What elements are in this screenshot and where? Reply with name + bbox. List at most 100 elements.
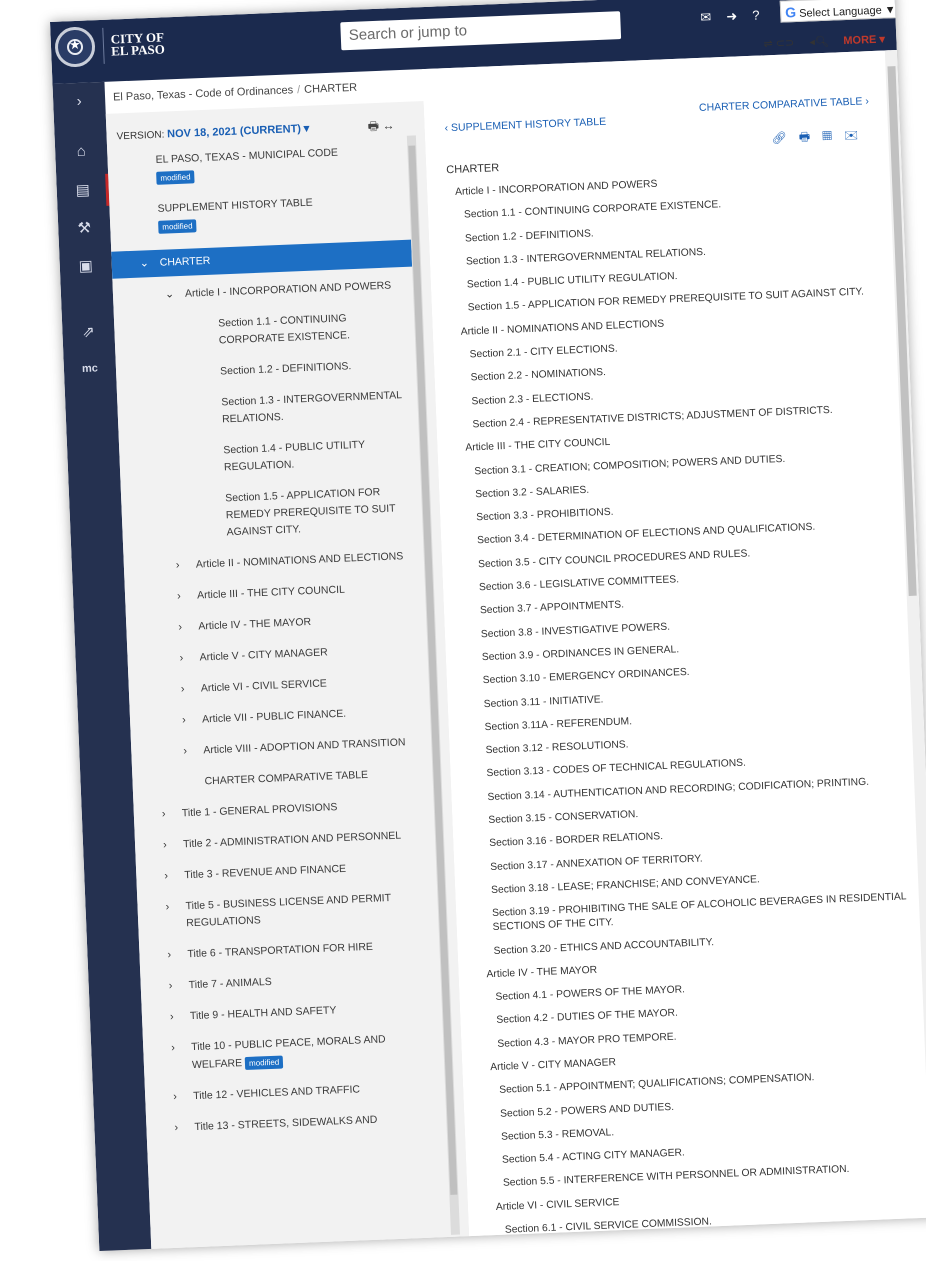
chevron-right-icon[interactable]: ›: [177, 588, 181, 605]
toc-item-label: Title 9 - HEALTH AND SAFETY: [189, 1004, 337, 1023]
toc-item[interactable]: Section 1.1 - CONTINUING CORPORATE EXIST…: [114, 308, 415, 354]
content-panel: ‹ SUPPLEMENT HISTORY TABLE CHARTER COMPA…: [422, 50, 926, 1251]
city-name[interactable]: CITY OF EL PASO: [110, 29, 166, 59]
chevron-right-icon[interactable]: ›: [163, 837, 167, 854]
mc-logo-icon[interactable]: mc: [64, 362, 116, 376]
word-doc-icon[interactable]: ▦: [822, 128, 845, 143]
language-selector[interactable]: G Select Language ▼: [779, 0, 899, 23]
print-toc-icon[interactable]: 🖶︎: [367, 119, 379, 133]
link-icon[interactable]: 🔗︎: [771, 130, 799, 145]
search-back-icon[interactable]: ◂🔍︎: [809, 35, 829, 49]
toc-item[interactable]: › Title 12 - VEHICLES AND TRAFFIC: [145, 1078, 445, 1107]
breadcrumb-separator: /: [296, 84, 301, 97]
chevron-down-icon[interactable]: ⌄: [139, 255, 150, 272]
help-icon[interactable]: ?: [752, 8, 760, 23]
toc-item[interactable]: ⌄ Article I - INCORPORATION AND POWERS: [113, 277, 413, 306]
toc-item-label: Title 10 - PUBLIC PEACE, MORALS AND WELF…: [191, 1033, 386, 1072]
section-link[interactable]: Section 3.19 - PROHIBITING THE SALE OF A…: [476, 890, 917, 936]
toc-item[interactable]: › Title 9 - HEALTH AND SAFETY: [142, 998, 442, 1027]
toc-item[interactable]: CHARTER COMPARATIVE TABLE: [132, 764, 432, 793]
toc-item[interactable]: › Title 2 - ADMINISTRATION AND PERSONNEL: [135, 826, 435, 855]
toc-item[interactable]: › Article III - THE CITY COUNCIL: [125, 578, 425, 607]
toc-item[interactable]: › Title 6 - TRANSPORTATION FOR HIRE: [139, 936, 439, 965]
toc-item-label: SUPPLEMENT HISTORY TABLE: [157, 196, 313, 215]
toc-item-label: Section 1.2 - DEFINITIONS.: [219, 360, 352, 378]
toc-item[interactable]: › Article V - CITY MANAGER: [127, 640, 427, 669]
star-icon: ★: [68, 36, 82, 53]
toc-item[interactable]: › Title 5 - BUSINESS LICENSE AND PERMIT R…: [137, 888, 438, 934]
toc-item-label: Title 7 - ANIMALS: [188, 975, 273, 992]
collapse-toc-icon[interactable]: ↔: [382, 118, 395, 132]
toc-item[interactable]: Section 1.5 - APPLICATION FOR REMEDY PRE…: [121, 482, 423, 545]
chevron-right-icon[interactable]: ›: [162, 806, 166, 823]
city-name-line2: EL PASO: [110, 41, 166, 59]
chevron-right-icon[interactable]: ›: [173, 1089, 177, 1106]
chevron-right-icon[interactable]: ›: [53, 92, 106, 111]
compare-icon[interactable]: ⇌ ⊂⊃: [763, 36, 794, 50]
breadcrumb-root[interactable]: El Paso, Texas - Code of Ordinances: [113, 84, 294, 103]
mail-icon[interactable]: ✉: [700, 9, 712, 25]
email-icon[interactable]: ✉: [844, 127, 871, 142]
chevron-right-icon[interactable]: ›: [176, 557, 180, 574]
next-link[interactable]: CHARTER COMPARATIVE TABLE ›: [699, 95, 869, 114]
book-icon[interactable]: ▤: [56, 180, 109, 200]
more-menu-button[interactable]: MORE ▾: [843, 33, 885, 48]
language-label: Select Language: [798, 4, 882, 20]
toc-item[interactable]: › Title 7 - ANIMALS: [140, 967, 440, 996]
toc-item[interactable]: › Article II - NOMINATIONS AND ELECTIONS: [124, 547, 424, 576]
toc-item[interactable]: › Article IV - THE MAYOR: [126, 609, 426, 638]
toc-item[interactable]: Section 1.2 - DEFINITIONS.: [116, 356, 416, 385]
content-tools: 🔗︎🖶︎▦✉: [771, 125, 870, 150]
chevron-right-icon[interactable]: ›: [170, 1009, 174, 1026]
print-icon[interactable]: 🖶︎: [799, 129, 823, 144]
breadcrumb-current: CHARTER: [303, 81, 358, 96]
toc-item-label: Section 1.3 - INTERGOVERNMENTAL RELATION…: [221, 389, 402, 426]
search-input[interactable]: Search or jump to: [340, 11, 622, 51]
chevron-right-icon[interactable]: ›: [174, 1120, 178, 1137]
toc-item[interactable]: › Article VII - PUBLIC FINANCE.: [130, 702, 430, 731]
version-value: NOV 18, 2021 (CURRENT): [166, 123, 302, 141]
section-link[interactable]: Section 6.1-1 - GENERAL.: [490, 1230, 926, 1251]
version-selector[interactable]: VERSION: NOV 18, 2021 (CURRENT) ▾: [116, 122, 309, 143]
toc-item-label: CHARTER COMPARATIVE TABLE: [204, 768, 369, 788]
toc-item[interactable]: SUPPLEMENT HISTORY TABLE modified: [109, 191, 410, 238]
more-label: MORE: [843, 33, 877, 48]
header-divider: [102, 27, 105, 64]
home-icon[interactable]: ⌂: [55, 142, 108, 161]
chevron-right-icon[interactable]: ›: [171, 1040, 175, 1057]
sign-in-icon[interactable]: ➜: [726, 8, 738, 24]
browser-page: ★ CITY OF EL PASO Search or jump to ✉ ➜ …: [50, 0, 926, 1252]
document-icon[interactable]: ▣: [59, 256, 112, 276]
chevron-down-icon[interactable]: ⌄: [165, 286, 175, 303]
toc-item[interactable]: ⌄ CHARTER: [111, 239, 413, 279]
toc-item[interactable]: › Article VIII - ADOPTION AND TRANSITION: [131, 733, 431, 762]
toc-item[interactable]: › Title 1 - GENERAL PROVISIONS: [134, 795, 434, 824]
toc-item[interactable]: EL PASO, TEXAS - MUNICIPAL CODE modified: [107, 142, 408, 189]
chevron-right-icon[interactable]: ›: [182, 712, 186, 729]
chevron-right-icon[interactable]: ›: [165, 899, 169, 916]
toc-item-label: Title 3 - REVENUE AND FINANCE: [184, 862, 347, 882]
chevron-right-icon[interactable]: ›: [181, 681, 185, 698]
external-link-icon[interactable]: ⇗: [62, 322, 115, 342]
chevron-right-icon[interactable]: ›: [164, 868, 168, 885]
toc-item[interactable]: › Title 10 - PUBLIC PEACE, MORALS AND WEL…: [143, 1029, 444, 1076]
toc-item[interactable]: › Title 3 - REVENUE AND FINANCE: [136, 857, 436, 886]
chevron-right-icon[interactable]: ›: [167, 947, 171, 964]
chevron-right-icon[interactable]: ›: [179, 650, 183, 667]
toc-item-label: Title 13 - STREETS, SIDEWALKS AND: [194, 1113, 378, 1134]
toc-item[interactable]: › Title 13 - STREETS, SIDEWALKS AND: [146, 1109, 446, 1138]
prev-link[interactable]: ‹ SUPPLEMENT HISTORY TABLE: [444, 116, 606, 134]
toc-item-label: EL PASO, TEXAS - MUNICIPAL CODE: [155, 146, 339, 166]
gavel-icon[interactable]: ⚒: [58, 218, 111, 238]
modified-badge: modified: [156, 170, 195, 185]
toc-panel: VERSION: NOV 18, 2021 (CURRENT) ▾ 🖶︎ ↔ E…: [105, 101, 471, 1252]
city-seal-logo[interactable]: ★: [54, 26, 96, 68]
chevron-right-icon[interactable]: ›: [178, 619, 182, 636]
toc-item[interactable]: Section 1.4 - PUBLIC UTILITY REGULATION.: [119, 435, 420, 481]
toc-item-label: Article V - CITY MANAGER: [199, 646, 328, 664]
chevron-right-icon[interactable]: ›: [168, 978, 173, 995]
toc-item[interactable]: › Article VI - CIVIL SERVICE: [129, 671, 429, 700]
toc-item[interactable]: Section 1.3 - INTERGOVERNMENTAL RELATION…: [117, 387, 418, 433]
chevron-right-icon[interactable]: ›: [183, 743, 187, 760]
google-icon: G: [784, 4, 797, 21]
